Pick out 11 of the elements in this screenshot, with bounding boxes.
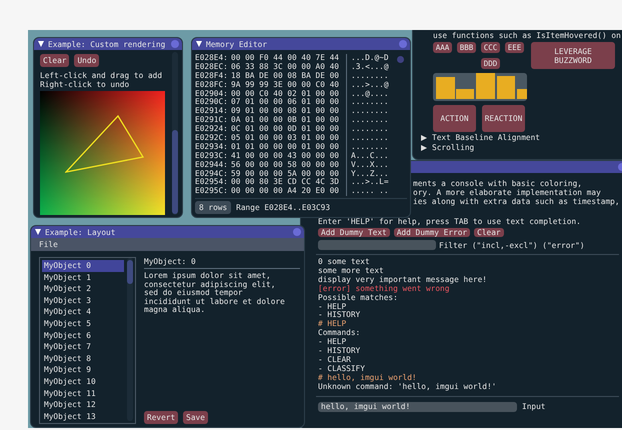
close-icon[interactable] [293, 228, 301, 236]
scrollbar[interactable] [172, 52, 178, 215]
scrollbar[interactable] [127, 258, 133, 421]
collapse-arrow-icon[interactable] [38, 41, 44, 47]
collapse-arrow-icon[interactable] [35, 229, 41, 235]
filter-field[interactable] [318, 240, 436, 250]
collapse-arrow-icon[interactable] [196, 41, 202, 47]
scrollbar[interactable] [397, 56, 404, 63]
gradient-canvas[interactable] [40, 91, 165, 215]
close-icon[interactable] [171, 40, 179, 48]
close-icon[interactable] [399, 40, 407, 48]
